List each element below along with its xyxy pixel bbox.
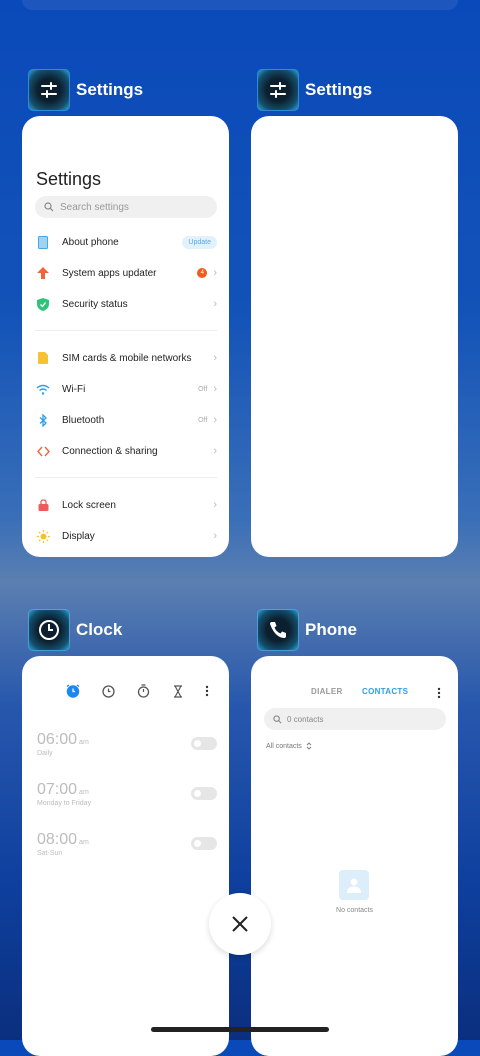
- more-icon[interactable]: [437, 686, 441, 704]
- chevron-right-icon: ›: [213, 530, 217, 542]
- empty-state-text: No contacts: [336, 907, 373, 914]
- page-title: Settings: [36, 169, 102, 189]
- alarm-time: 06:00: [37, 731, 78, 748]
- alarm-repeat: Monday to Friday: [37, 800, 92, 807]
- settings-item-display[interactable]: Display ›: [22, 525, 229, 547]
- settings-item-sim-cards[interactable]: SIM cards & mobile networks ›: [22, 347, 229, 369]
- item-label: Lock screen: [62, 499, 116, 511]
- app-title: Phone: [305, 620, 357, 639]
- item-label: Security status: [62, 298, 128, 310]
- tab-dialer[interactable]: DIALER: [311, 687, 343, 696]
- clock-icon: [29, 610, 69, 650]
- tab-contacts[interactable]: CONTACTS: [362, 687, 408, 696]
- chevron-right-icon: ›: [213, 383, 217, 395]
- settings-item-connection-sharing[interactable]: Connection & sharing ›: [22, 440, 229, 462]
- sliders-icon: [258, 70, 298, 110]
- arrow-up-icon: [35, 265, 51, 281]
- alarm-ampm: am: [79, 789, 89, 796]
- item-label: Display: [62, 530, 95, 542]
- item-label: Bluetooth: [62, 414, 105, 426]
- settings-item-wifi[interactable]: Wi-Fi Off ›: [22, 378, 229, 400]
- alarm-repeat: Daily: [37, 750, 53, 757]
- settings-item-security-status[interactable]: Security status ›: [22, 293, 229, 315]
- chevron-right-icon: ›: [213, 267, 217, 279]
- clear-all-button[interactable]: [209, 893, 271, 955]
- app-title: Settings: [305, 80, 373, 99]
- phone-info-icon: [35, 234, 51, 250]
- update-badge[interactable]: Update: [182, 235, 217, 249]
- stopwatch-icon[interactable]: [136, 684, 150, 698]
- sort-arrows-icon: [306, 742, 312, 750]
- alarm-toggle[interactable]: [191, 737, 217, 750]
- wifi-icon: [35, 381, 51, 397]
- item-label: About phone: [62, 236, 119, 248]
- previous-card-edge: [22, 0, 458, 10]
- sun-icon: [35, 528, 51, 544]
- close-icon: [232, 916, 248, 932]
- alarm-time: 07:00: [37, 781, 78, 798]
- recent-app-header-settings-1[interactable]: Settings: [29, 70, 143, 110]
- alarm-ampm: am: [79, 839, 89, 846]
- search-placeholder: 0 contacts: [287, 714, 324, 724]
- chevron-right-icon: ›: [213, 445, 217, 457]
- home-indicator[interactable]: [151, 1027, 329, 1032]
- alarm-toggle[interactable]: [191, 787, 217, 800]
- filter-label: All contacts: [266, 742, 302, 750]
- item-label: System apps updater: [62, 267, 157, 279]
- alarm-icon[interactable]: [66, 684, 80, 698]
- phone-icon: [258, 610, 298, 650]
- alarm-repeat: Sat-Sun: [37, 850, 63, 857]
- alarm-item[interactable]: 07:00 am Monday to Friday: [37, 781, 217, 807]
- count-badge: 4: [197, 268, 208, 278]
- recent-app-header-settings-2[interactable]: Settings: [258, 70, 372, 110]
- search-icon: [44, 202, 54, 212]
- app-title: Clock: [76, 620, 123, 639]
- more-icon[interactable]: [200, 684, 214, 698]
- recent-app-header-clock[interactable]: Clock: [29, 610, 122, 650]
- search-icon: [273, 714, 282, 723]
- recent-app-header-phone[interactable]: Phone: [258, 610, 357, 650]
- settings-recent-card[interactable]: Settings Search settings About phone Upd…: [22, 116, 229, 557]
- lock-icon: [35, 497, 51, 513]
- timer-icon[interactable]: [171, 684, 185, 698]
- alarm-time: 08:00: [37, 831, 78, 848]
- alarm-item[interactable]: 08:00 am Sat-Sun: [37, 831, 217, 857]
- app-title: Settings: [76, 80, 144, 99]
- search-input[interactable]: Search settings: [35, 196, 217, 218]
- sliders-icon: [29, 70, 69, 110]
- settings-item-about-phone[interactable]: About phone Update: [22, 231, 229, 253]
- alarm-toggle[interactable]: [191, 837, 217, 850]
- shield-check-icon: [35, 296, 51, 312]
- contacts-filter[interactable]: All contacts: [266, 742, 312, 750]
- item-label: Wi-Fi: [62, 383, 86, 395]
- connection-sharing-icon: [35, 443, 51, 459]
- settings-item-bluetooth[interactable]: Bluetooth Off ›: [22, 409, 229, 431]
- phone-recent-card[interactable]: DIALER CONTACTS 0 contacts All contacts …: [251, 656, 458, 1056]
- chevron-right-icon: ›: [213, 298, 217, 310]
- chevron-right-icon: ›: [213, 414, 217, 426]
- divider: [35, 477, 217, 478]
- item-label: Connection & sharing: [62, 445, 158, 457]
- settings-item-lock-screen[interactable]: Lock screen ›: [22, 494, 229, 516]
- search-placeholder: Search settings: [60, 201, 129, 213]
- alarm-item[interactable]: 06:00 am Daily: [37, 731, 217, 757]
- clock-recent-card[interactable]: 06:00 am Daily 07:00 am Monday to Friday 0…: [22, 656, 229, 1056]
- sim-card-icon: [35, 350, 51, 366]
- chevron-right-icon: ›: [213, 499, 217, 511]
- bluetooth-icon: [35, 412, 51, 428]
- settings-item-system-apps-updater[interactable]: System apps updater 4 ›: [22, 262, 229, 284]
- item-label: SIM cards & mobile networks: [62, 352, 192, 364]
- contacts-search-input[interactable]: 0 contacts: [264, 708, 446, 730]
- divider: [35, 330, 217, 331]
- alarm-ampm: am: [79, 739, 89, 746]
- contact-placeholder-icon: [339, 870, 369, 900]
- item-value: Off: [198, 385, 208, 393]
- item-value: Off: [198, 416, 208, 424]
- settings-recent-card-blank[interactable]: [251, 116, 458, 557]
- clock-icon[interactable]: [101, 684, 115, 698]
- chevron-right-icon: ›: [213, 352, 217, 364]
